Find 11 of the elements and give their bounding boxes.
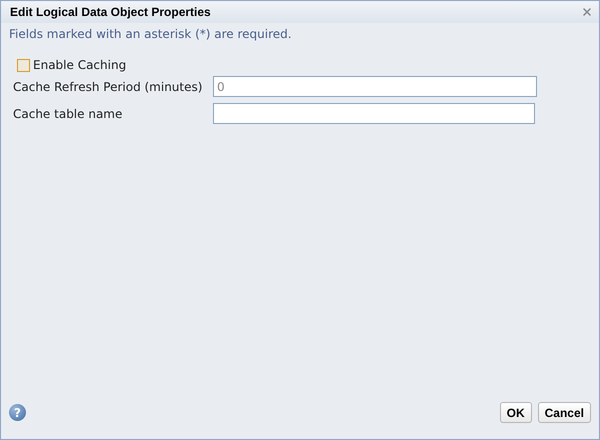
close-icon[interactable] xyxy=(581,6,593,18)
field-label: Cache Refresh Period (minutes) xyxy=(13,80,204,94)
ok-button[interactable]: OK xyxy=(500,402,532,423)
window-title: Edit Logical Data Object Properties xyxy=(10,5,211,19)
input-field[interactable] xyxy=(213,103,535,124)
required-note: Fields marked with an asterisk (*) are required. xyxy=(9,27,293,41)
checkbox-label: Enable Caching xyxy=(33,58,126,72)
field-label: Cache table name xyxy=(13,106,124,120)
input-field[interactable]: 0 xyxy=(213,76,537,97)
cancel-button[interactable]: Cancel xyxy=(538,402,591,423)
checkbox[interactable] xyxy=(17,58,30,72)
